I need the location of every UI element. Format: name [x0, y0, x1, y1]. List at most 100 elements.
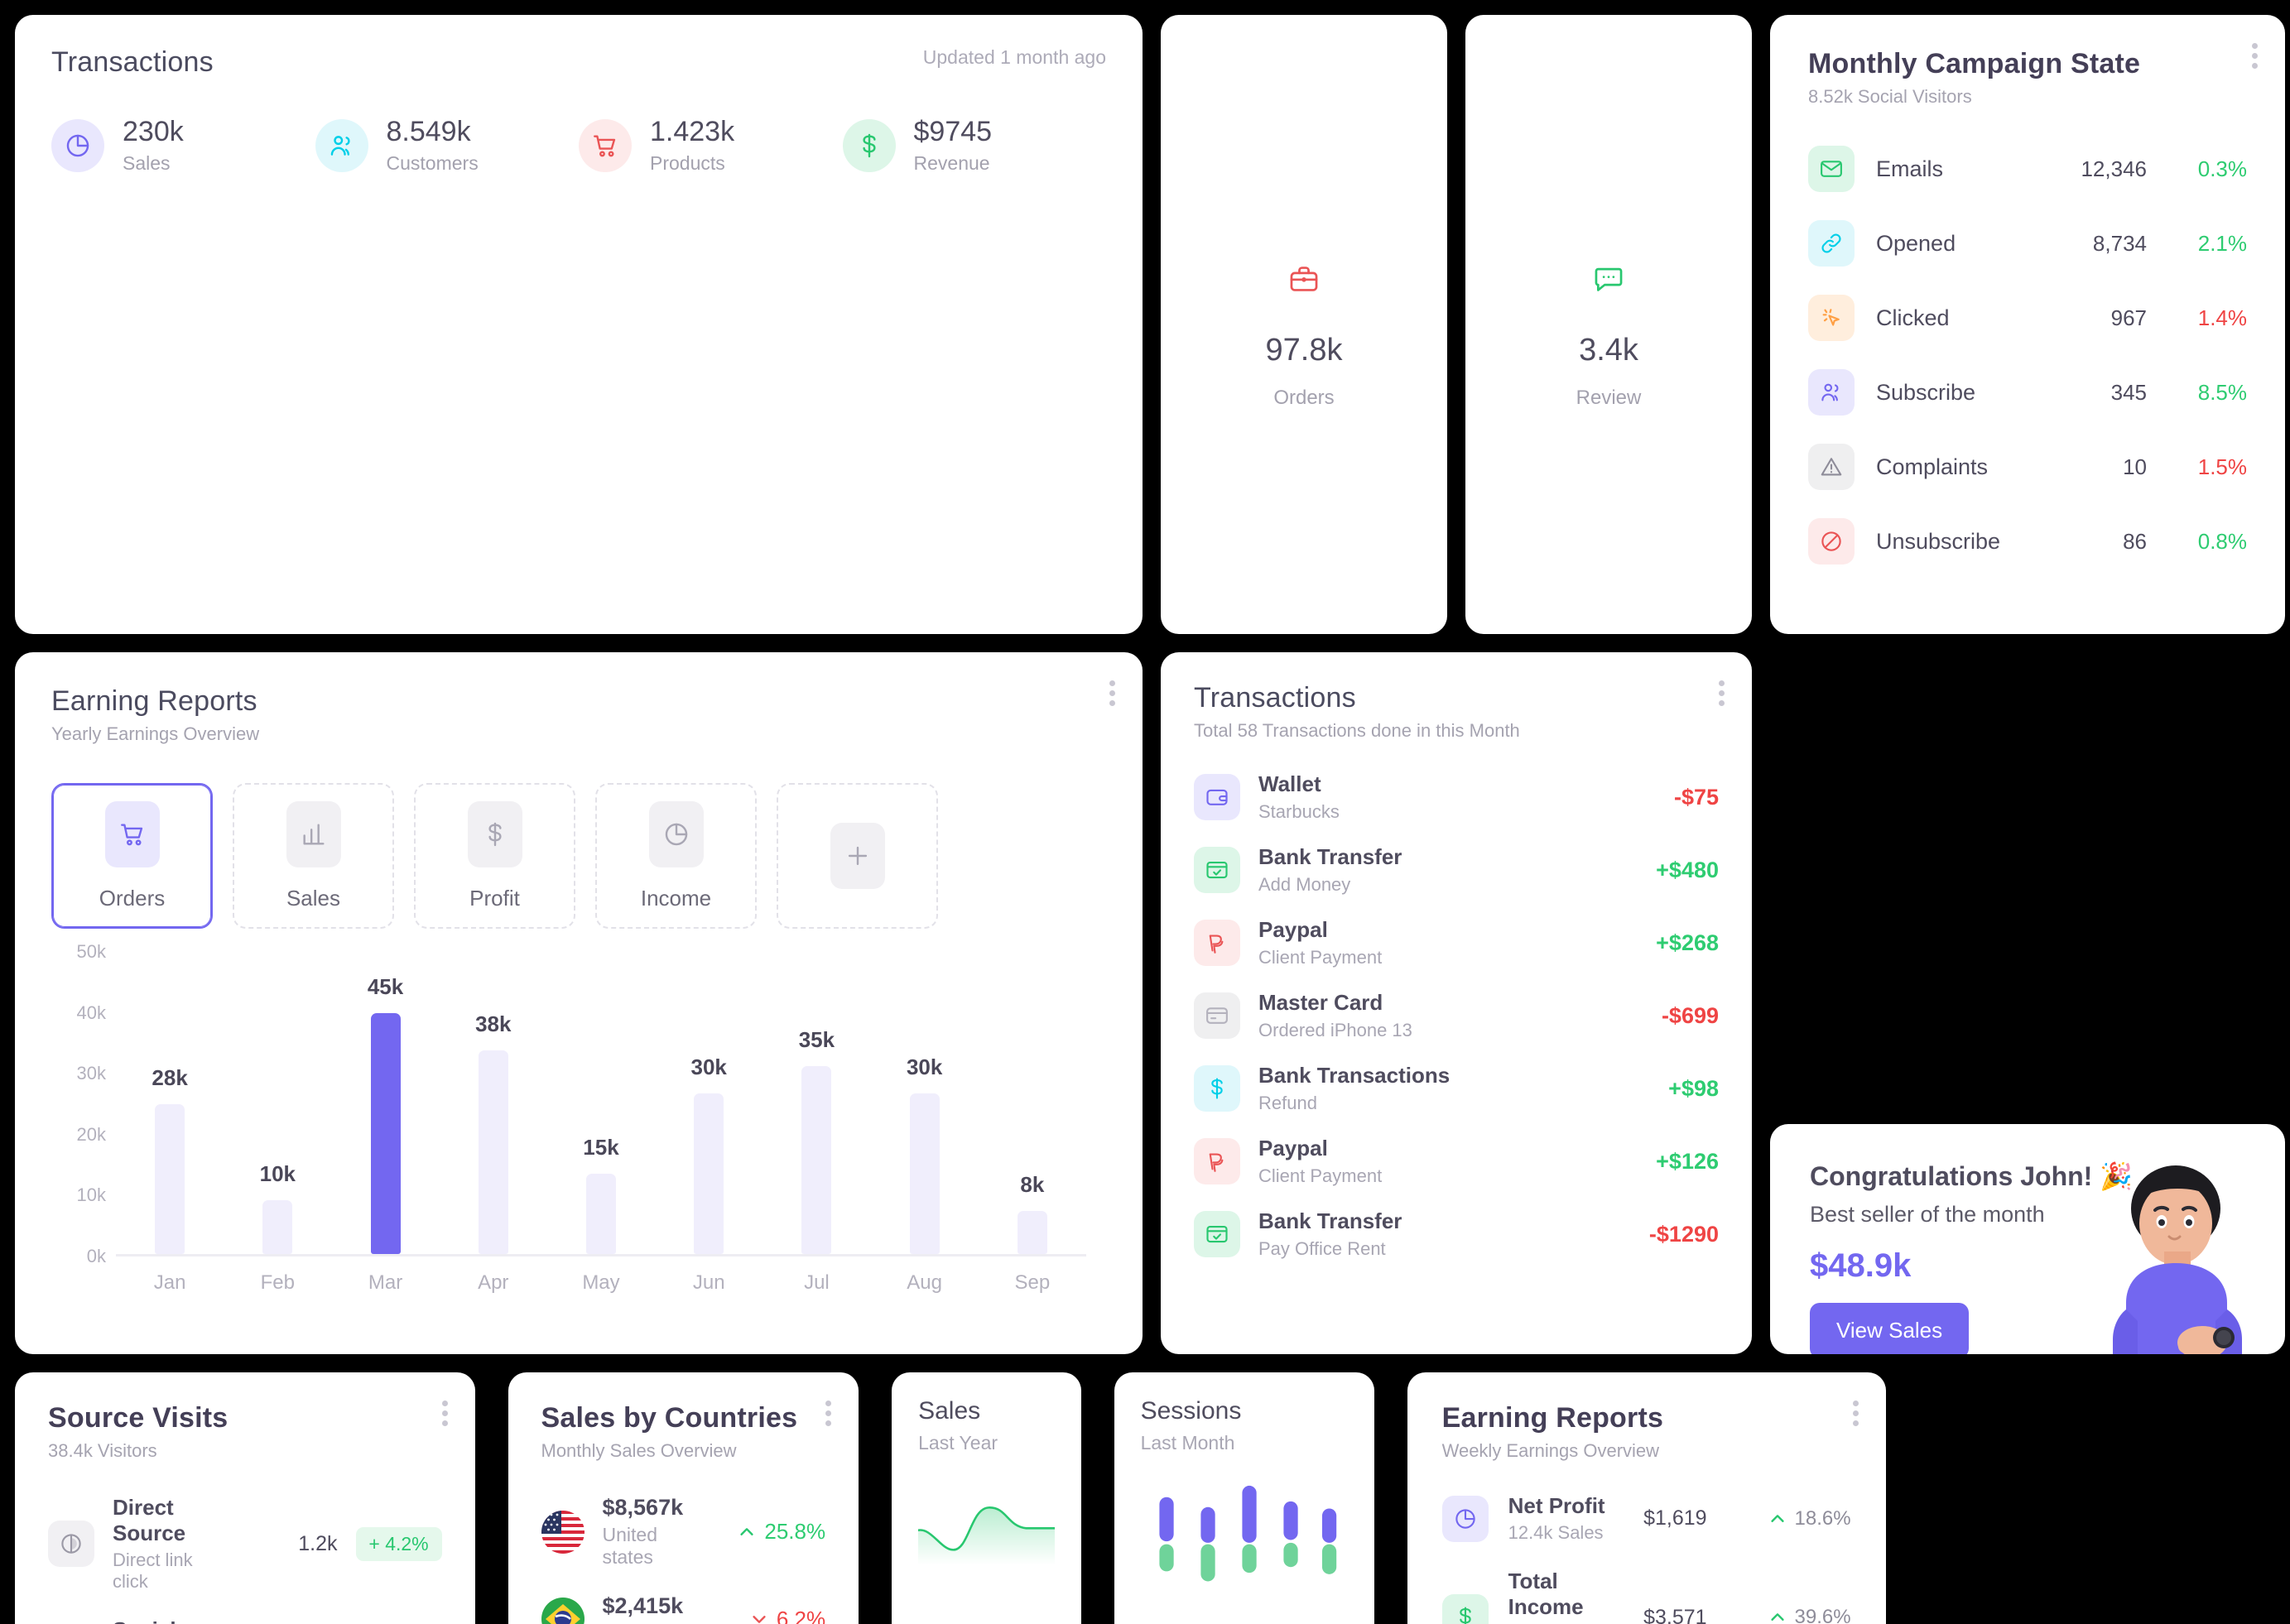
- y-tick-label: 40k: [76, 1002, 106, 1023]
- x-tick-label: Jun: [692, 1271, 725, 1294]
- campaign-count: 10: [2123, 454, 2147, 479]
- users-icon: [1808, 369, 1855, 416]
- transaction-row: Paypal Client Payment +$126: [1194, 1136, 1719, 1187]
- tab-label: Income: [640, 885, 712, 910]
- bar-item: 38k: [449, 952, 538, 1254]
- bar-value-label: 10k: [259, 1161, 296, 1187]
- bar-item: 15k: [556, 952, 646, 1254]
- stat-value: 8.549k: [386, 116, 471, 147]
- metric-percent: 39.6%: [1794, 1606, 1851, 1624]
- campaign-row: Complaints 10 1.5%: [1808, 444, 2247, 490]
- bar-item: 10k: [233, 952, 322, 1254]
- transaction-row: Bank Transfer Pay Office Rent -$1290: [1194, 1208, 1719, 1260]
- add-metric-button[interactable]: [777, 783, 938, 929]
- more-options-icon[interactable]: [441, 1401, 449, 1426]
- x-tick-label: May: [582, 1271, 620, 1294]
- campaign-percent: 1.4%: [2197, 305, 2247, 330]
- bar[interactable]: [1017, 1211, 1047, 1254]
- transactions-summary-card: Transactions Updated 1 month ago 230k Sa…: [15, 15, 1143, 634]
- tab-income[interactable]: Income: [595, 783, 757, 929]
- source-change-badge: + 4.2%: [355, 1526, 442, 1561]
- card-subtitle: Total 58 Transactions done in this Month: [1194, 720, 1520, 741]
- campaign-row: Subscribe 345 8.5%: [1808, 369, 2247, 416]
- campaign-row: Unsubscribe 86 0.8%: [1808, 518, 2247, 565]
- tab-profit[interactable]: Profit: [414, 783, 575, 929]
- bar-value-label: 30k: [690, 1054, 727, 1079]
- paypal-icon: [1194, 920, 1240, 966]
- contrast-icon: [48, 1521, 94, 1567]
- bar[interactable]: [909, 1093, 940, 1254]
- pie-chart-icon: [648, 800, 704, 867]
- x-tick-label: Jul: [804, 1271, 830, 1294]
- y-tick-label: 0k: [86, 1246, 106, 1266]
- more-options-icon[interactable]: [1852, 1401, 1859, 1426]
- campaign-label: Emails: [1876, 156, 1944, 181]
- plot-area: 28k 10k 45k 38k 15k 30k 35k 30k 8k: [116, 952, 1086, 1256]
- card-header: Transactions Updated 1 month ago: [51, 46, 1106, 79]
- card-title: Sales: [918, 1397, 981, 1425]
- bar[interactable]: [801, 1066, 832, 1254]
- transaction-row: Paypal Client Payment +$268: [1194, 917, 1719, 968]
- us-flag-icon: [541, 1510, 585, 1554]
- country-change: 6.2%: [701, 1607, 825, 1624]
- sessions-mini-card: Sessions Last Month 45.1k +12.6%: [1114, 1372, 1374, 1624]
- mini-column-right: Sessions Last Month 45.1k +12.6%: [1114, 1372, 1374, 1624]
- stat-label: Revenue: [913, 152, 990, 175]
- bar-item: 8k: [988, 952, 1077, 1254]
- more-options-icon[interactable]: [1109, 680, 1116, 706]
- bar-value-label: 35k: [798, 1027, 835, 1053]
- sessions-bar-chart: [1159, 1485, 1336, 1582]
- bar[interactable]: [262, 1200, 293, 1254]
- ban-icon: [1808, 518, 1855, 565]
- pie-chart-icon: [1441, 1495, 1489, 1542]
- bar[interactable]: [694, 1093, 724, 1254]
- source-name: Social Network: [113, 1617, 222, 1624]
- bar[interactable]: [155, 1103, 185, 1254]
- kpi-card-review: 3.4k Review: [1465, 15, 1752, 634]
- stat-value: $9745: [913, 116, 993, 147]
- dashboard-root: Transactions Updated 1 month ago 230k Sa…: [0, 0, 2290, 1624]
- caret-down-icon: [750, 1610, 768, 1624]
- mini-column-left: Sales Last Year 175k -16.2% Profit Last …: [892, 1372, 1081, 1624]
- metric-change: 18.6%: [1727, 1507, 1851, 1530]
- more-options-icon[interactable]: [2252, 43, 2259, 69]
- bar[interactable]: [478, 1050, 508, 1254]
- tab-sales[interactable]: Sales: [233, 783, 394, 929]
- country-change: 25.8%: [701, 1519, 825, 1545]
- campaign-percent: 1.5%: [2197, 454, 2247, 479]
- bar-item: 28k: [125, 952, 214, 1254]
- bar-chart-icon: [286, 800, 341, 867]
- campaign-count: 345: [2110, 379, 2147, 405]
- card-subtitle: 38.4k Visitors: [48, 1440, 157, 1461]
- metric-amount: $3,571: [1643, 1605, 1707, 1624]
- sales-area-chart: [918, 1506, 1055, 1565]
- campaign-percent: 0.3%: [2197, 156, 2247, 181]
- kpi-value: 97.8k: [1265, 332, 1343, 368]
- weekly-metric-row: Net Profit 12.4k Sales $1,619 18.6%: [1441, 1493, 1851, 1544]
- tab-label: Profit: [469, 885, 520, 910]
- transaction-sub: Ordered iPhone 13: [1258, 1020, 1412, 1040]
- check-card-icon: [1194, 1211, 1240, 1257]
- more-options-icon[interactable]: [1719, 680, 1725, 706]
- tab-orders[interactable]: Orders: [51, 783, 213, 929]
- transaction-sub: Pay Office Rent: [1258, 1238, 1386, 1259]
- stat-item: 8.549k Customers: [315, 116, 580, 175]
- metric-name: Net Profit: [1508, 1493, 1605, 1518]
- paypal-icon: [1194, 1138, 1240, 1184]
- updated-timestamp: Updated 1 month ago: [922, 46, 1106, 68]
- transaction-sub: Client Payment: [1258, 947, 1383, 968]
- bar[interactable]: [370, 1012, 401, 1254]
- campaign-label: Unsubscribe: [1876, 528, 2001, 554]
- bar[interactable]: [585, 1173, 616, 1254]
- campaign-label: Clicked: [1876, 305, 1950, 330]
- source-sub: Direct link click: [113, 1550, 193, 1592]
- campaign-list: Emails 12,346 0.3% Opened 8,734 2.1% Cli…: [1808, 146, 2247, 565]
- caret-up-icon: [1768, 1608, 1787, 1624]
- transaction-sub: Refund: [1258, 1093, 1317, 1113]
- more-options-icon[interactable]: [825, 1401, 832, 1426]
- country-row: $2,415k Brazil 6.2%: [541, 1593, 825, 1624]
- metric-tabs: Orders Sales Profit Income: [51, 783, 1106, 929]
- view-sales-button[interactable]: View Sales: [1810, 1303, 1970, 1354]
- country-percent: 25.8%: [764, 1519, 826, 1544]
- bar-value-label: 45k: [367, 973, 404, 999]
